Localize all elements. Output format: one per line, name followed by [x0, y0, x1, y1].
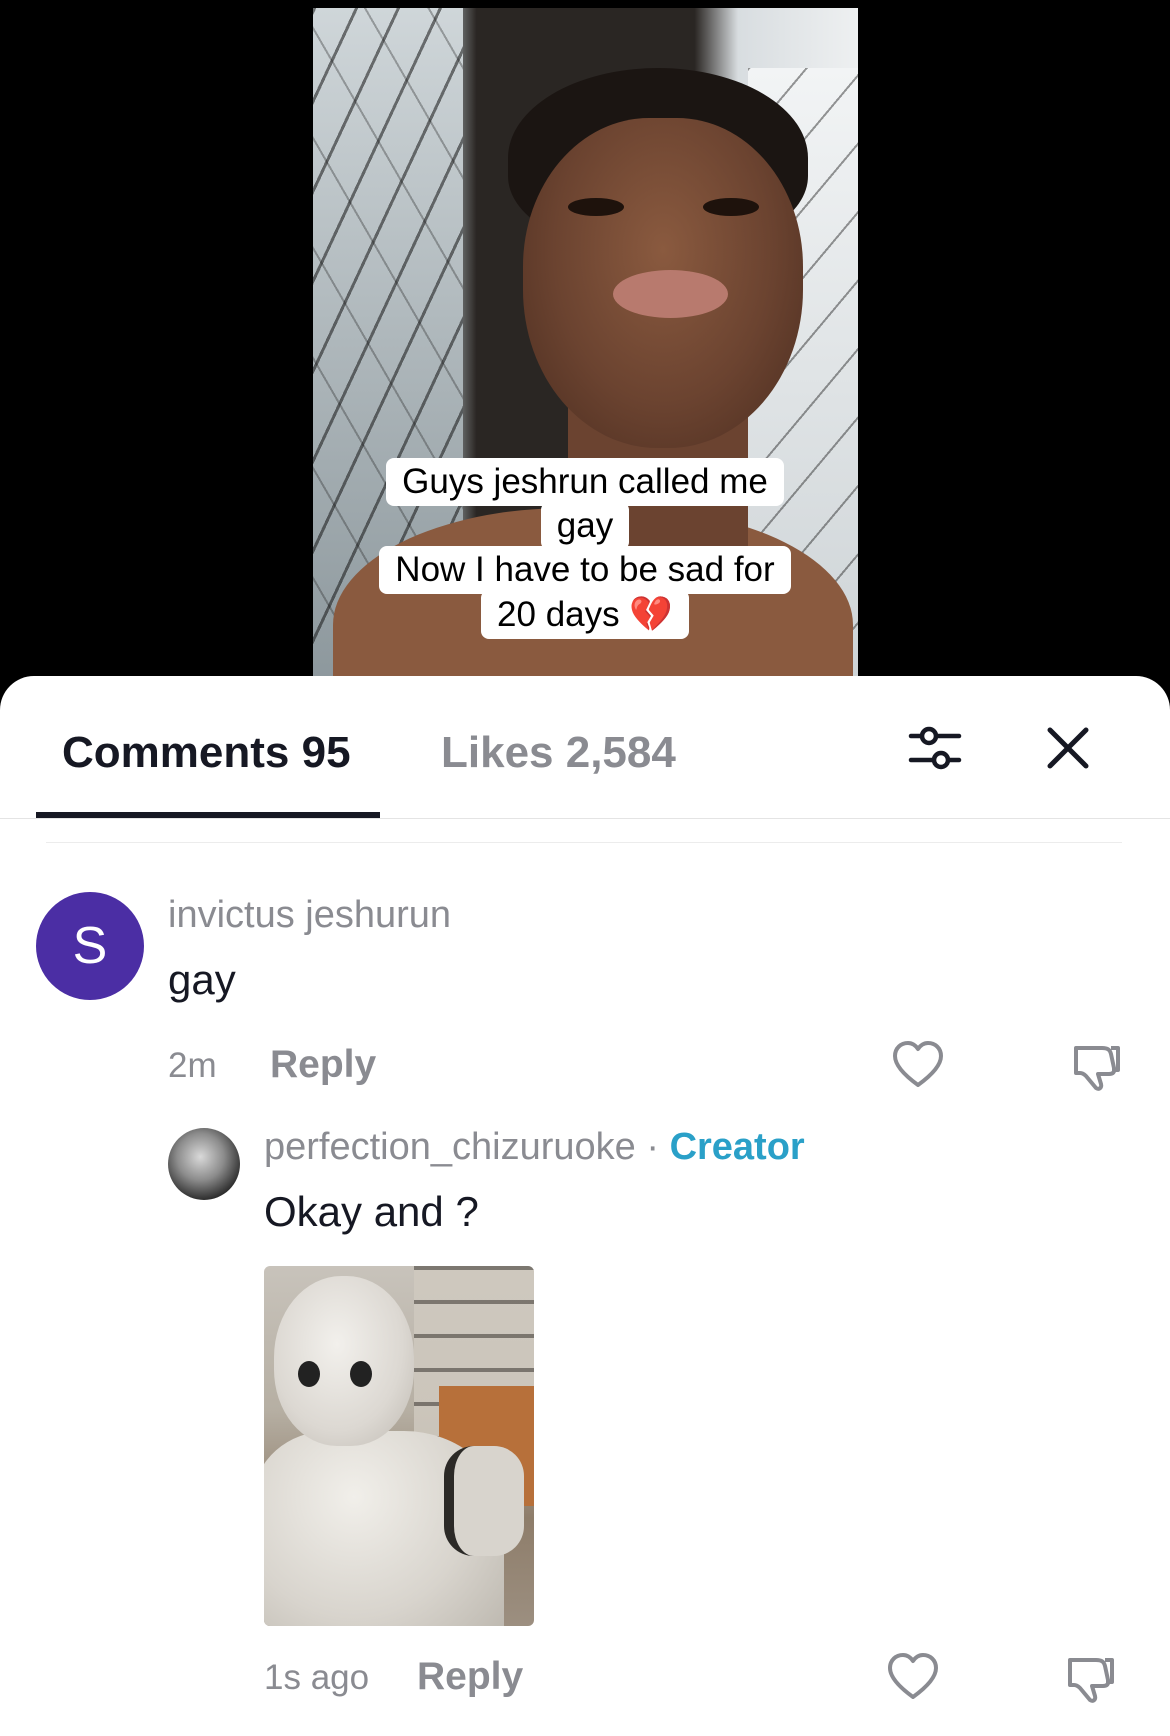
comments-sheet: Comments 95 Likes 2,584 S invictus jeshu…	[0, 676, 1170, 1736]
separator: ·	[646, 1126, 659, 1168]
sheet-tabs: Comments 95 Likes 2,584	[0, 676, 1170, 819]
dislike-icon[interactable]	[1062, 1650, 1118, 1706]
video-caption-line-3: Now I have to be sad for	[0, 546, 1170, 594]
robot-head	[274, 1276, 414, 1446]
active-tab-indicator	[36, 812, 380, 818]
comment-time: 2m	[168, 1046, 217, 1085]
video-area[interactable]: Guys jeshrun called me gay Now I have to…	[0, 0, 1170, 690]
robot-sticker[interactable]	[264, 1266, 534, 1626]
comment-username[interactable]: invictus jeshurun	[168, 894, 451, 937]
tab-comments[interactable]: Comments 95	[62, 728, 351, 778]
reply-button[interactable]: Reply	[417, 1655, 523, 1699]
comment-time: 1s ago	[264, 1658, 370, 1697]
avatar[interactable]: S	[36, 892, 144, 1000]
avatar[interactable]	[168, 1128, 240, 1200]
robot-eye-right	[350, 1361, 372, 1387]
comment-username[interactable]: perfection_chizuruoke	[264, 1126, 636, 1168]
person-lips	[613, 270, 728, 318]
close-icon[interactable]	[1042, 722, 1094, 774]
reply-username-line: perfection_chizuruoke · Creator	[264, 1126, 805, 1169]
avatar-letter: S	[72, 917, 108, 975]
sliders-icon[interactable]	[905, 718, 965, 778]
tab-likes[interactable]: Likes 2,584	[441, 728, 676, 778]
video-caption-line-2: gay	[0, 502, 1170, 550]
dislike-icon[interactable]	[1068, 1038, 1124, 1094]
comment-text: Okay and ?	[264, 1188, 479, 1235]
heart-icon[interactable]	[890, 1038, 946, 1094]
video-caption-line-4: 20 days 💔	[0, 590, 1170, 639]
video-caption-line-1: Guys jeshrun called me	[0, 458, 1170, 506]
person-eye-left	[568, 198, 624, 216]
robot-arm	[444, 1446, 524, 1556]
creator-badge: Creator	[669, 1126, 805, 1168]
comment-text: gay	[168, 956, 236, 1003]
robot-eye-left	[298, 1361, 320, 1387]
person-eye-right	[703, 198, 759, 216]
heart-icon[interactable]	[885, 1650, 941, 1706]
reply-button[interactable]: Reply	[270, 1043, 376, 1087]
divider	[46, 842, 1122, 843]
